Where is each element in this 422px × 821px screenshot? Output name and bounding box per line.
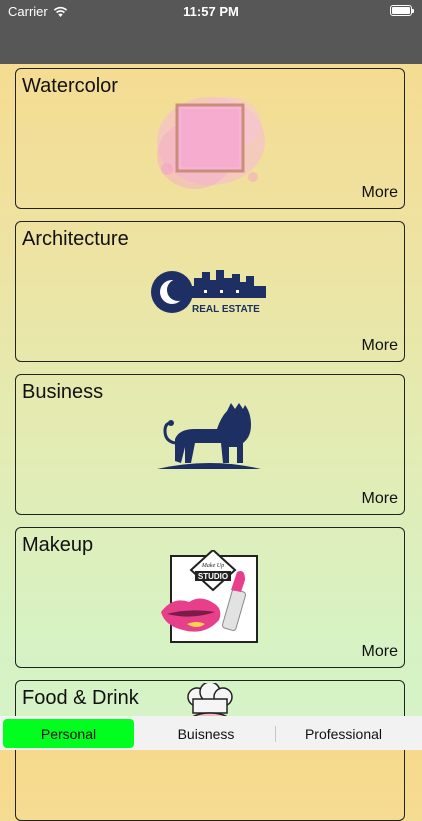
card-title: Architecture: [22, 228, 129, 250]
segment-label: Buisness: [177, 725, 235, 742]
segment-label: Professional: [304, 725, 383, 742]
segment-divider: [275, 726, 276, 742]
watercolor-frame-logo: [157, 97, 265, 189]
segment-label: Personal: [40, 725, 97, 742]
card-watercolor[interactable]: Watercolor More: [15, 68, 405, 209]
navigation-bar: [0, 22, 422, 64]
more-link[interactable]: More: [362, 643, 398, 661]
more-link[interactable]: More: [362, 490, 398, 508]
real-estate-key-logo: REAL ESTATE: [151, 270, 266, 315]
lion-logo: [157, 403, 261, 469]
logo-text: REAL ESTATE: [192, 304, 260, 315]
makeup-studio-logo: Make Up STUDIO: [161, 550, 258, 643]
card-title: Watercolor: [22, 75, 118, 97]
card-business[interactable]: Business More: [15, 374, 405, 515]
segment-personal[interactable]: Personal: [3, 719, 134, 748]
logo-text-main: STUDIO: [198, 572, 228, 581]
more-link[interactable]: More: [362, 337, 398, 355]
card-title: Food & Drink: [22, 687, 139, 709]
logo-text-top: Make Up: [201, 563, 224, 569]
segment-business[interactable]: Buisness: [138, 719, 274, 748]
card-architecture[interactable]: Architecture REAL ESTATE More: [15, 221, 405, 362]
card-food-drink[interactable]: Food & Drink: [15, 680, 405, 821]
card-title: Business: [22, 381, 104, 403]
more-link[interactable]: More: [362, 184, 398, 202]
segment-professional[interactable]: Professional: [277, 719, 410, 748]
card-title: Makeup: [22, 534, 94, 556]
status-time: 11:57 PM: [183, 4, 239, 19]
card-makeup[interactable]: Makeup Make Up STUDIO More: [15, 527, 405, 668]
status-bar: Carrier 11:57 PM: [0, 0, 422, 22]
segmented-control: Personal Buisness Professional: [0, 716, 422, 750]
battery-icon: [390, 5, 414, 16]
